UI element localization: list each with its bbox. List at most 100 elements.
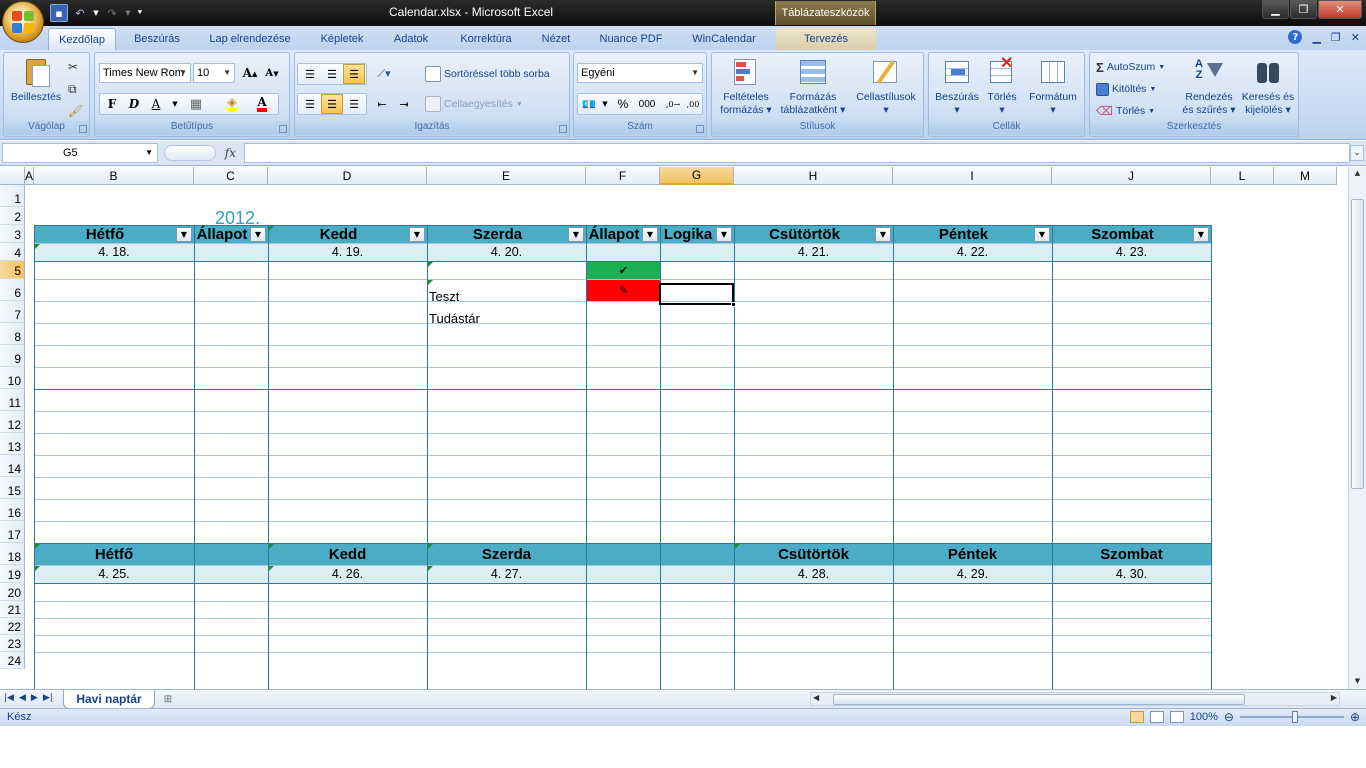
header-cell-j[interactable]: Szombat [1052,225,1193,243]
font-launcher-icon[interactable] [279,125,287,133]
row-header-12[interactable]: 12 [0,411,25,433]
row-header-9[interactable]: 9 [0,345,25,367]
cell-styles-button[interactable]: Cellastílusok ▾ [850,57,922,117]
header-cell-i[interactable]: Péntek [893,225,1034,243]
underline-button[interactable]: A [145,94,167,114]
date-cell-e[interactable]: 4. 27. [427,565,586,583]
orientation-icon[interactable]: ⟋▾ [373,64,395,84]
column-header-h[interactable]: H [734,167,893,185]
insert-sheet-icon[interactable]: ⊞ [157,692,179,707]
header-cell-h[interactable]: Csütörtök [734,225,875,243]
fill-color-icon[interactable]: ◈ [221,94,243,114]
row-header-5[interactable]: 5 [0,261,25,279]
filter-dropdown-icon[interactable]: ▼ [1193,227,1209,242]
format-cells-button[interactable]: Formátum ▾ [1023,57,1083,117]
fill-button[interactable]: Kitöltés ▼ [1096,79,1156,99]
minimize-button[interactable]: ▁ [1262,0,1289,19]
column-header-m[interactable]: M [1274,167,1337,185]
decrease-decimal-icon[interactable]: ,00 [682,94,704,114]
selected-cell-g5[interactable] [659,283,734,305]
date-cell-b[interactable]: 4. 18. [34,243,194,261]
date-cell-h[interactable]: 4. 21. [734,243,893,261]
align-top-icon[interactable]: ☰ [299,64,321,84]
filter-dropdown-icon[interactable]: ▼ [176,227,192,242]
insert-function-button[interactable]: fx [225,146,236,160]
sort-filter-button[interactable]: AZ Rendezés és szűrés ▾ [1180,57,1238,117]
insert-cells-button[interactable]: Beszúrás ▾ [931,57,983,117]
number-launcher-icon[interactable] [696,125,704,133]
page-break-view-icon[interactable] [1169,711,1184,723]
align-bottom-icon[interactable]: ☰ [343,64,365,84]
row-header-13[interactable]: 13 [0,433,25,455]
tab-kezdolap[interactable]: Kezdőlap [48,28,116,50]
row-header-19[interactable]: 19 [0,565,25,583]
header-cell-g[interactable]: Logika [660,225,716,243]
vertical-scroll-thumb[interactable] [1351,199,1364,489]
tab-wincalendar[interactable]: WinCalendar [682,28,766,50]
row-header-4[interactable]: 4 [0,243,25,261]
header-cell-e[interactable]: Szerda [427,543,586,565]
header-cell-j[interactable]: Szombat [1052,543,1211,565]
row-header-23[interactable]: 23 [0,635,25,652]
cut-button[interactable]: ✂ [68,57,78,77]
filter-dropdown-icon[interactable]: ▼ [642,227,658,242]
align-middle-icon[interactable]: ☰ [321,64,343,84]
row-header-17[interactable]: 17 [0,521,25,543]
tab-nezet[interactable]: Nézet [532,28,580,50]
column-header-b[interactable]: B [34,167,194,185]
page-layout-view-icon[interactable] [1149,711,1164,723]
tab-korrektura[interactable]: Korrektúra [448,28,524,50]
column-header-i[interactable]: I [893,167,1052,185]
expand-formula-bar-icon[interactable]: ⌄ [1350,145,1364,161]
name-box-dropdown-icon[interactable]: ▼ [145,144,153,162]
align-left-icon[interactable]: ☰ [299,94,321,114]
workbook-restore-icon[interactable]: ❐ [1331,31,1341,44]
find-select-button[interactable]: Keresés és kijelölés ▾ [1238,57,1298,117]
header-cell-b[interactable]: Hétfő [34,225,176,243]
delete-cells-button[interactable]: ✕ Törlés ▾ [981,56,1023,117]
horizontal-scrollbar[interactable]: ◀ ▶ [810,692,1340,706]
thousands-button[interactable]: 000 [634,94,660,114]
tab-lap-elrendezese[interactable]: Lap elrendezése [200,28,300,50]
format-as-table-button[interactable]: Formázás táblázatként ▾ [776,57,850,117]
wrap-text-button[interactable]: Sortöréssel több sorba [425,64,550,84]
row-header-8[interactable]: 8 [0,323,25,345]
font-name-select[interactable]: Times New Rom ▼ [99,63,191,83]
filter-dropdown-icon[interactable]: ▼ [875,227,891,242]
italic-button[interactable]: D [123,94,145,114]
copy-button[interactable]: ⧉ [68,79,77,99]
column-header-l[interactable]: L [1211,167,1274,185]
filter-dropdown-icon[interactable]: ▼ [568,227,584,242]
header-cell-i[interactable]: Péntek [893,543,1052,565]
sheet-tab-havi-naptar[interactable]: Havi naptár [63,690,155,709]
align-center-icon[interactable]: ☰ [321,94,343,114]
date-cell-j[interactable]: 4. 23. [1052,243,1211,261]
column-header-d[interactable]: D [268,167,427,185]
borders-icon[interactable]: ▦ [185,94,207,114]
header-cell-e[interactable]: Szerda [427,225,568,243]
paste-button[interactable]: Beillesztés [8,57,64,104]
filter-dropdown-icon[interactable]: ▼ [250,227,266,242]
row-header-7[interactable]: 7 [0,301,25,323]
filter-dropdown-icon[interactable]: ▼ [1034,227,1050,242]
grow-font-icon[interactable]: A ▲ [239,63,261,83]
date-cell-b[interactable]: 4. 25. [34,565,194,583]
fill-handle[interactable] [731,302,736,307]
normal-view-icon[interactable] [1129,711,1144,723]
date-cell-i[interactable]: 4. 22. [893,243,1052,261]
row-header-14[interactable]: 14 [0,455,25,477]
header-cell-d[interactable]: Kedd [268,543,427,565]
align-right-icon[interactable]: ☰ [343,94,365,114]
merge-cells-button[interactable]: Cellaegyesítés ▼ [425,94,523,114]
row-header-6[interactable]: 6 [0,279,25,301]
row-header-22[interactable]: 22 [0,618,25,635]
date-cell-i[interactable]: 4. 29. [893,565,1052,583]
row-header-11[interactable]: 11 [0,389,25,411]
workbook-minimize-icon[interactable]: ▁ [1312,31,1320,44]
alignment-launcher-icon[interactable] [559,125,567,133]
date-cell-d[interactable]: 4. 19. [268,243,427,261]
scroll-left-icon[interactable]: ◀ [813,693,819,702]
redo-dropdown-icon[interactable]: ▼ [124,4,132,22]
tab-tervezes[interactable]: Tervezés [776,28,876,50]
prev-sheet-icon[interactable]: ◀ [19,693,26,703]
